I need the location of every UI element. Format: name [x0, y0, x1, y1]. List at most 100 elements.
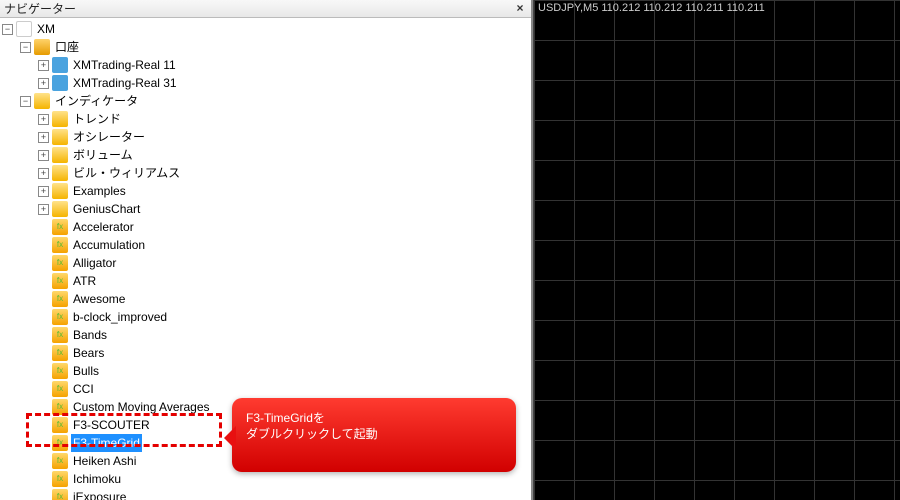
tree-indicator[interactable]: ATR: [2, 272, 531, 290]
tree-label: XM: [35, 20, 57, 38]
tree-label: Accumulation: [71, 236, 147, 254]
tree-label: Ichimoku: [71, 470, 123, 488]
tree-indicator[interactable]: Alligator: [2, 254, 531, 272]
tree-label: トレンド: [71, 110, 123, 128]
tree-folder[interactable]: + ボリューム: [2, 146, 531, 164]
close-icon[interactable]: ×: [513, 2, 527, 16]
expand-icon[interactable]: +: [38, 204, 49, 215]
tree-indicator[interactable]: Bulls: [2, 362, 531, 380]
tree-label: Bulls: [71, 362, 101, 380]
tree-folder[interactable]: +ビル・ウィリアムス: [2, 164, 531, 182]
indicator-icon: [52, 489, 68, 500]
indicator-icon: [52, 291, 68, 307]
tree-folder[interactable]: + GeniusChart: [2, 200, 531, 218]
spacer: [38, 402, 49, 413]
tree-indicator[interactable]: CCI: [2, 380, 531, 398]
tree-label: Examples: [71, 182, 128, 200]
spacer: [38, 330, 49, 341]
tree-root-xm[interactable]: − XM: [2, 20, 531, 38]
tree-label: Alligator: [71, 254, 118, 272]
expand-icon[interactable]: +: [38, 114, 49, 125]
folder-icon: [52, 201, 68, 217]
tree-indicator[interactable]: b-clock_improved: [2, 308, 531, 326]
indicator-icon: [52, 327, 68, 343]
spacer: [38, 420, 49, 431]
tree-indicator[interactable]: iExposure: [2, 488, 531, 500]
indicator-icon: [52, 219, 68, 235]
tree-label: iExposure: [71, 488, 128, 500]
spacer: [38, 240, 49, 251]
navigator-titlebar: ナビゲーター ×: [0, 0, 531, 18]
tree-label: GeniusChart: [71, 200, 142, 218]
tree-server[interactable]: + XMTrading-Real 31: [2, 74, 531, 92]
indicator-icon: [52, 255, 68, 271]
tree-label: F3-TimeGrid: [71, 434, 142, 452]
tree-label: Custom Moving Averages: [71, 398, 212, 416]
collapse-icon[interactable]: −: [20, 96, 31, 107]
expand-icon[interactable]: +: [38, 78, 49, 89]
collapse-icon[interactable]: −: [20, 42, 31, 53]
expand-icon[interactable]: +: [38, 132, 49, 143]
folder-icon: [34, 93, 50, 109]
server-icon: [52, 57, 68, 73]
spacer: [38, 438, 49, 449]
indicator-icon: [52, 273, 68, 289]
tree-label: CCI: [71, 380, 96, 398]
indicator-icon: [52, 435, 68, 451]
indicator-icon: [52, 399, 68, 415]
tree-indicator[interactable]: Accelerator: [2, 218, 531, 236]
folder-icon: [52, 165, 68, 181]
spacer: [38, 456, 49, 467]
tree-server[interactable]: + XMTrading-Real 11: [2, 56, 531, 74]
indicator-icon: [52, 381, 68, 397]
expand-icon[interactable]: +: [38, 186, 49, 197]
folder-icon: [52, 129, 68, 145]
tree-folder[interactable]: + オシレーター: [2, 128, 531, 146]
tree-indicator[interactable]: Ichimoku: [2, 470, 531, 488]
callout-line: F3-TimeGridを: [246, 410, 502, 426]
indicator-icon: [52, 309, 68, 325]
indicator-icon: [52, 471, 68, 487]
tree-label: ボリューム: [71, 146, 135, 164]
folder-icon: [52, 183, 68, 199]
xm-icon: [16, 21, 32, 37]
tree-label: Awesome: [71, 290, 127, 308]
spacer: [38, 294, 49, 305]
callout-line: ダブルクリックして起動: [246, 426, 502, 442]
tree-account[interactable]: − 口座: [2, 38, 531, 56]
annotation-callout: F3-TimeGridを ダブルクリックして起動: [232, 398, 516, 472]
tree-label: XMTrading-Real 31: [71, 74, 179, 92]
tree-folder[interactable]: + トレンド: [2, 110, 531, 128]
tree-label: Bears: [71, 344, 106, 362]
tree-label: 口座: [53, 38, 81, 56]
indicator-icon: [52, 417, 68, 433]
chart-panel[interactable]: USDJPY,M5 110.212 110.212 110.211 110.21…: [533, 0, 900, 500]
folder-icon: [52, 147, 68, 163]
chart-grid: [534, 0, 900, 500]
tree-folder[interactable]: + Examples: [2, 182, 531, 200]
tree-indicator[interactable]: Awesome: [2, 290, 531, 308]
tree-label: ATR: [71, 272, 98, 290]
tree-label: インディケータ: [53, 92, 140, 110]
tree-indicators[interactable]: − インディケータ: [2, 92, 531, 110]
tree-label: オシレーター: [71, 128, 147, 146]
navigator-panel: ナビゲーター × − XM − 口座 + XMTrading-Real 11: [0, 0, 533, 500]
spacer: [38, 222, 49, 233]
tree-label: Heiken Ashi: [71, 452, 138, 470]
indicator-icon: [52, 345, 68, 361]
tree-label: Bands: [71, 326, 109, 344]
tree-indicator[interactable]: Bears: [2, 344, 531, 362]
tree-label: Accelerator: [71, 218, 136, 236]
expand-icon[interactable]: +: [38, 150, 49, 161]
indicator-icon: [52, 237, 68, 253]
tree-indicator[interactable]: Bands: [2, 326, 531, 344]
tree-indicator[interactable]: Accumulation: [2, 236, 531, 254]
tree-label: F3-SCOUTER: [71, 416, 152, 434]
account-icon: [34, 39, 50, 55]
expand-icon[interactable]: +: [38, 168, 49, 179]
spacer: [38, 276, 49, 287]
spacer: [38, 366, 49, 377]
collapse-icon[interactable]: −: [2, 24, 13, 35]
expand-icon[interactable]: +: [38, 60, 49, 71]
navigator-title: ナビゲーター: [4, 0, 513, 17]
